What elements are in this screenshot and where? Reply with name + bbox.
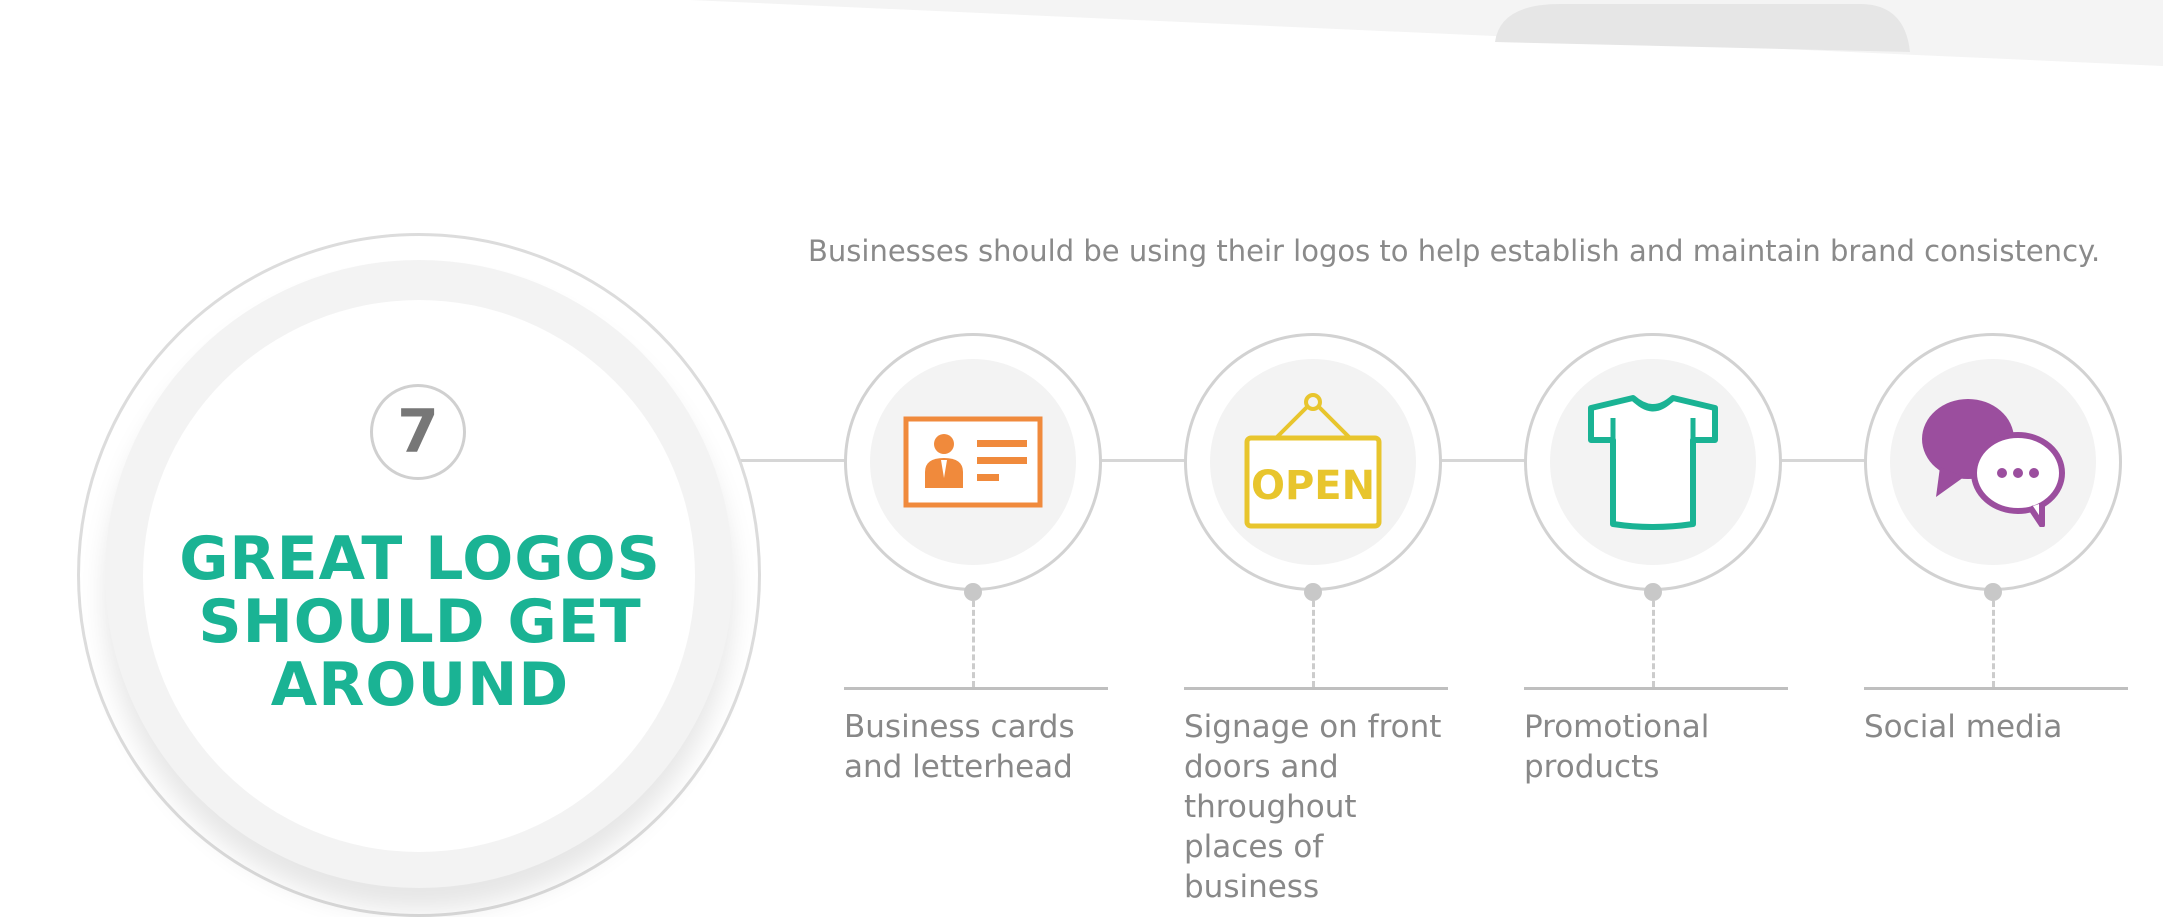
chat-bubbles-icon bbox=[1922, 399, 2065, 527]
business-card-icon bbox=[903, 416, 1043, 508]
section-title: GREAT LOGOS SHOULD GET AROUND bbox=[170, 528, 670, 717]
use-item-label: Business cards and letterhead bbox=[844, 709, 1075, 785]
open-sign-icon: OPEN bbox=[1244, 393, 1382, 529]
dashed-connector bbox=[1312, 601, 1315, 687]
use-item-label: Promotional products bbox=[1524, 709, 1710, 785]
connector-dot bbox=[964, 583, 982, 601]
connector-dot bbox=[1644, 583, 1662, 601]
title-line: AROUND bbox=[270, 650, 570, 720]
dashed-connector bbox=[1992, 601, 1995, 687]
connector-line bbox=[740, 459, 846, 462]
icon-disc bbox=[870, 359, 1076, 565]
icon-disc bbox=[1550, 359, 1756, 565]
dashed-connector bbox=[1652, 601, 1655, 687]
icon-disc bbox=[1890, 359, 2096, 565]
connector-line bbox=[1100, 459, 1186, 462]
connector-dot bbox=[1984, 583, 2002, 601]
section-number-badge: 7 bbox=[370, 384, 466, 480]
label-underline bbox=[1184, 687, 1448, 690]
intro-text: Businesses should be using their logos t… bbox=[808, 234, 2101, 268]
connector-line bbox=[1780, 459, 1866, 462]
label-underline bbox=[1864, 687, 2128, 690]
use-item-label: Signage on front doors and throughout pl… bbox=[1184, 709, 1442, 905]
dashed-connector bbox=[972, 601, 975, 687]
connector-line bbox=[1440, 459, 1526, 462]
title-line: SHOULD GET bbox=[198, 587, 642, 657]
top-decorative-band bbox=[690, 0, 2163, 66]
open-sign-text: OPEN bbox=[1251, 463, 1375, 509]
title-line: GREAT LOGOS bbox=[179, 524, 661, 594]
label-underline bbox=[844, 687, 1108, 690]
label-underline bbox=[1524, 687, 1788, 690]
t-shirt-icon bbox=[1588, 395, 1718, 530]
icon-disc: OPEN bbox=[1210, 359, 1416, 565]
use-item-label: Social media bbox=[1864, 709, 2063, 745]
connector-dot bbox=[1304, 583, 1322, 601]
